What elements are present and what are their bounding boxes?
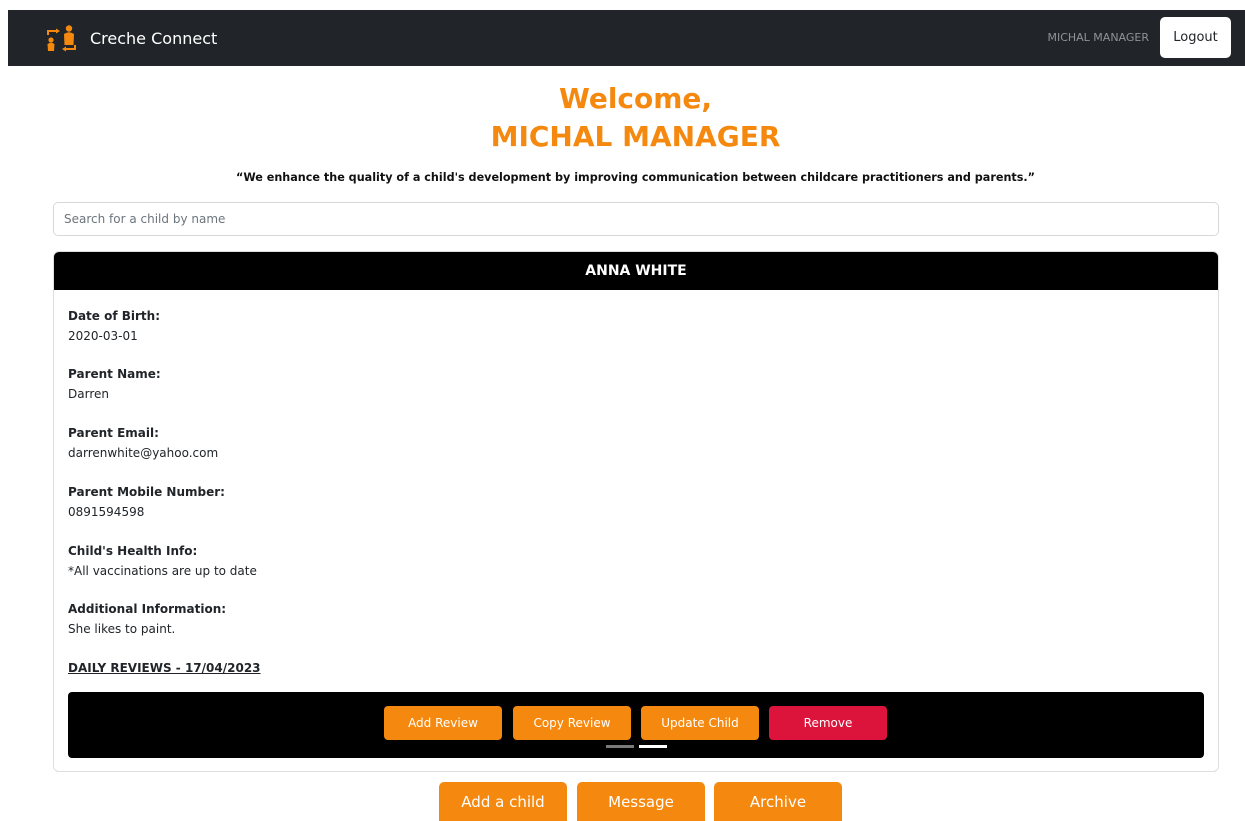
creche-logo-icon bbox=[47, 25, 76, 52]
dob-field: Date of Birth: 2020-03-01 bbox=[68, 307, 160, 345]
message-button[interactable]: Message bbox=[577, 782, 705, 821]
health-info-field: Child's Health Info: *All vaccinations a… bbox=[68, 542, 257, 580]
additional-info-field: Additional Information: She likes to pai… bbox=[68, 600, 226, 638]
field-value: Darren bbox=[68, 387, 109, 401]
carousel-indicator-active[interactable] bbox=[639, 745, 667, 748]
parent-email-field: Parent Email: darrenwhite@yahoo.com bbox=[68, 424, 218, 462]
logged-in-user-name: MICHAL MANAGER bbox=[1047, 31, 1149, 44]
carousel-indicator[interactable] bbox=[606, 745, 634, 748]
brand-link[interactable]: Creche Connect bbox=[44, 24, 217, 52]
field-label: Date of Birth: bbox=[68, 309, 161, 323]
parent-name-field: Parent Name: Darren bbox=[68, 365, 161, 403]
field-label: Parent Name: bbox=[68, 367, 161, 381]
field-label: Additional Information: bbox=[68, 602, 227, 616]
child-search-input[interactable] bbox=[53, 202, 1219, 236]
logout-button[interactable]: Logout bbox=[1160, 17, 1231, 58]
field-value: She likes to paint. bbox=[68, 622, 176, 636]
child-name-header: ANNA WHITE bbox=[54, 252, 1218, 290]
parent-mobile-field: Parent Mobile Number: 0891594598 bbox=[68, 483, 225, 521]
review-carousel: Add Review Copy Review Update Child Remo… bbox=[68, 692, 1204, 758]
brand-name: Creche Connect bbox=[90, 28, 218, 48]
copy-review-button[interactable]: Copy Review bbox=[513, 706, 631, 740]
child-card: ANNA WHITE Date of Birth: 2020-03-01 Par… bbox=[53, 251, 1219, 772]
add-child-button[interactable]: Add a child bbox=[439, 782, 567, 821]
field-label: Parent Email: bbox=[68, 426, 159, 440]
daily-reviews-link[interactable]: DAILY REVIEWS - 17/04/2023 bbox=[68, 661, 261, 675]
add-review-button[interactable]: Add Review bbox=[384, 706, 502, 740]
remove-child-button[interactable]: Remove bbox=[769, 706, 887, 740]
field-value: darrenwhite@yahoo.com bbox=[68, 446, 219, 460]
field-label: Parent Mobile Number: bbox=[68, 485, 225, 499]
welcome-user-name: MICHAL MANAGER bbox=[490, 120, 781, 153]
field-value: 2020-03-01 bbox=[68, 329, 138, 343]
mission-quote: “We enhance the quality of a child's dev… bbox=[235, 171, 1036, 184]
update-child-button[interactable]: Update Child bbox=[641, 706, 759, 740]
field-label: Child's Health Info: bbox=[68, 544, 198, 558]
field-value: 0891594598 bbox=[68, 505, 145, 519]
archive-button[interactable]: Archive bbox=[714, 782, 842, 821]
welcome-heading: Welcome, MICHAL MANAGER bbox=[0, 80, 1245, 156]
top-navbar: Creche Connect MICHAL MANAGER Logout bbox=[8, 10, 1245, 66]
field-value: *All vaccinations are up to date bbox=[68, 564, 257, 578]
welcome-line: Welcome, bbox=[558, 82, 713, 115]
